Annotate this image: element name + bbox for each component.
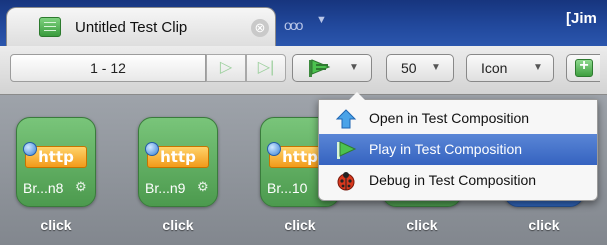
count-select[interactable]: 50 ▼ [386, 54, 454, 82]
tile-caption: click [162, 217, 194, 233]
chevron-down-icon: ▼ [533, 62, 543, 73]
menu-item-label: Play in Test Composition [369, 141, 523, 157]
menu-item-label: Open in Test Composition [369, 110, 530, 126]
menu-item-open-in-test-composition[interactable]: Open in Test Composition [319, 103, 597, 134]
menu-item-label: Debug in Test Composition [369, 172, 537, 188]
gear-icon[interactable]: ⚙ [197, 179, 209, 195]
close-tab-icon[interactable]: ⊗ [251, 19, 269, 37]
play-flag-icon [337, 141, 357, 159]
chevron-down-icon: ▼ [431, 62, 441, 73]
add-icon [575, 57, 593, 77]
more-tabs-icon[interactable]: ooo [284, 17, 303, 33]
tile-name: Br...n9 [145, 180, 186, 196]
toolbar: 1 - 12 ▷ ▷| ▼ 50 ▼ Icon ▼ [0, 46, 607, 95]
tab-title: Untitled Test Clip [75, 19, 188, 36]
menu-item-play-in-test-composition[interactable]: Play in Test Composition [319, 134, 597, 165]
user-label: [Jim [566, 10, 597, 27]
gear-icon[interactable]: ⚙ [75, 179, 87, 195]
globe-icon [267, 142, 281, 156]
chevron-down-icon[interactable]: ▼ [316, 14, 327, 26]
tile-caption: click [406, 217, 438, 233]
title-bar: Untitled Test Clip ⊗ ooo ▼ [Jim [0, 0, 607, 46]
play-flag-icon [309, 59, 331, 77]
add-button[interactable] [566, 54, 600, 82]
open-arrow-icon [335, 109, 357, 129]
chevron-down-icon: ▼ [349, 62, 359, 73]
tile-caption: click [528, 217, 560, 233]
globe-icon [145, 142, 159, 156]
globe-icon [23, 142, 37, 156]
tile-name: Br...10 [267, 180, 308, 196]
menu-item-debug-in-test-composition[interactable]: Debug in Test Composition [319, 165, 597, 196]
view-select[interactable]: Icon ▼ [466, 54, 554, 82]
tile-caption: click [40, 217, 72, 233]
tile-item[interactable]: http Br...n9 ⚙ [138, 117, 218, 207]
tile-caption: click [284, 217, 316, 233]
tab-untitled-test-clip[interactable]: Untitled Test Clip ⊗ [6, 7, 276, 46]
run-dropdown-menu: Open in Test Composition Play in Test Co… [318, 92, 598, 201]
count-value: 50 [401, 60, 417, 76]
tile-name: Br...n8 [23, 180, 64, 196]
range-field[interactable]: 1 - 12 [10, 54, 206, 82]
run-dropdown-button[interactable]: ▼ [292, 54, 372, 82]
play-button[interactable]: ▷ [206, 54, 246, 82]
menu-pointer [349, 92, 365, 100]
test-clip-icon [39, 17, 61, 37]
ladybug-icon [337, 172, 355, 191]
view-value: Icon [481, 60, 508, 76]
tile-item[interactable]: http Br...n8 ⚙ [16, 117, 96, 207]
play-to-end-button[interactable]: ▷| [246, 54, 286, 82]
